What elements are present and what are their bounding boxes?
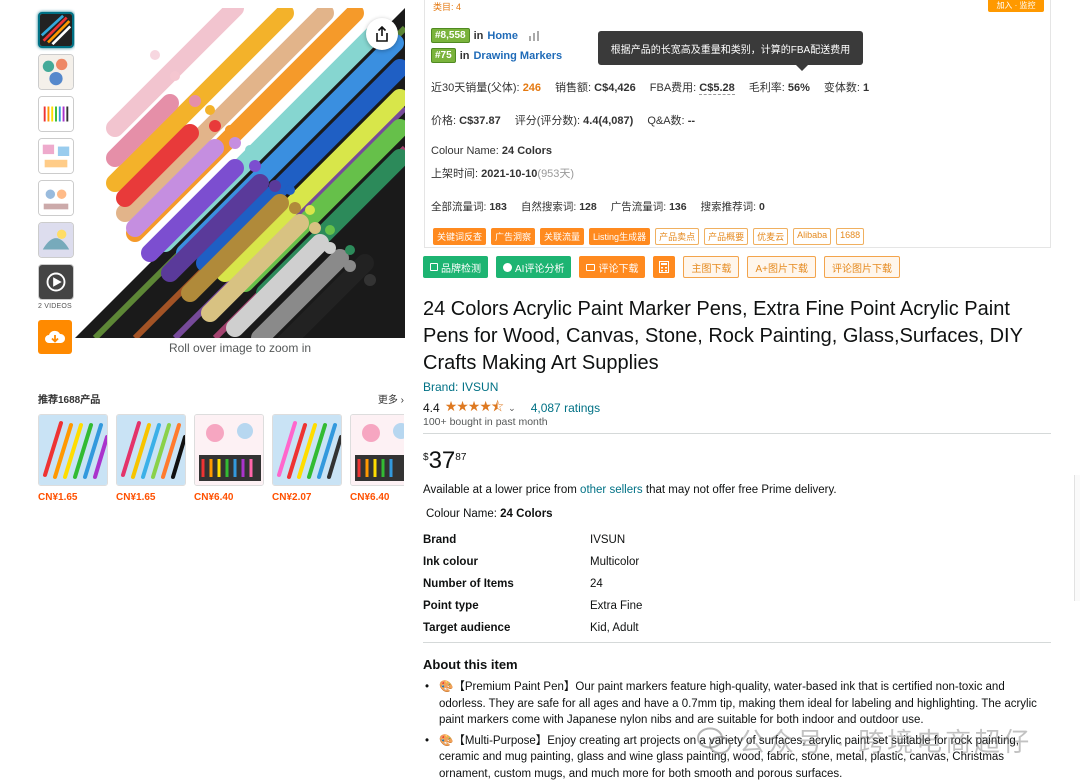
bought-count: 100+ bought in past month (423, 416, 548, 428)
video-thumbnail[interactable] (38, 264, 74, 300)
spec-row: Target audience Kid, Adult (423, 622, 639, 634)
square-icon (430, 263, 438, 271)
spec-table: Brand IVSUN Ink colour Multicolor Number o… (423, 529, 642, 639)
brand-check-button[interactable]: 品牌检测 (423, 256, 488, 278)
recommend-price: CN¥6.40 (194, 492, 234, 503)
review-image-download-button[interactable]: 评论图片下载 (823, 256, 900, 278)
cloud-download-button[interactable] (38, 320, 72, 354)
main-image-download-button[interactable]: 主图下载 (683, 256, 740, 278)
share-button[interactable] (366, 18, 398, 50)
bar-chart-icon[interactable] (528, 30, 540, 41)
launch-row: 上架时间: 2021-10-10(953天) (431, 168, 575, 180)
recommend-image[interactable] (350, 414, 404, 486)
tag-keyword-reverse[interactable]: 关键词反查 (433, 228, 487, 245)
price: $ 37 87 (423, 447, 467, 474)
zoom-hint: Roll over image to zoom in (168, 341, 312, 355)
recommend-price: CN¥6.40 (350, 492, 390, 503)
thumbnail-2[interactable] (38, 54, 74, 90)
spec-row: Point type Extra Fine (423, 600, 643, 612)
thumbnail-4[interactable] (38, 138, 74, 174)
recommend-price: CN¥1.65 (38, 492, 78, 503)
ai-review-button[interactable]: AI评论分析 (496, 256, 572, 278)
thumbnail-strip: 2 VIDEOS (38, 12, 76, 354)
tag-listing-generator[interactable]: Listing生成器 (589, 228, 651, 245)
stats-row-price: 价格: C$37.87 评分(评分数): 4.4(4,087) Q&A数: -- (431, 115, 696, 127)
recommend-header: 推荐1688产品 更多 › (38, 391, 404, 406)
tag-alibaba[interactable]: Alibaba (793, 228, 832, 245)
recommend-item[interactable]: CN¥1.65 (38, 414, 108, 503)
monitor-button[interactable]: 加入 · 监控 (988, 0, 1044, 12)
thumbnail-3[interactable] (38, 96, 74, 132)
scrollbar[interactable] (1074, 475, 1080, 601)
recommend-image[interactable] (116, 414, 186, 486)
recommend-item[interactable]: CN¥1.65 (116, 414, 186, 503)
recommend-price: CN¥2.07 (272, 492, 312, 503)
recommend-image[interactable] (272, 414, 342, 486)
comment-icon (586, 263, 596, 271)
recommend-item[interactable]: CN¥6.40 (350, 414, 404, 503)
review-download-button[interactable]: 评论下载 (579, 256, 646, 278)
watermark: 公众号 · 跨境电商超仔 (697, 722, 1032, 759)
fba-tooltip: 根据产品的长宽高及重量和类别，计算的FBA配送费用 (598, 31, 863, 71)
tag-product-summary[interactable]: 产品概要 (704, 228, 749, 245)
ai-icon (503, 262, 512, 272)
about-title: About this item (423, 657, 518, 672)
availability-note: Available at a lower price from other se… (423, 484, 837, 496)
other-sellers-link[interactable]: other sellers (580, 484, 643, 496)
panel-top-label: 类目: 4 (433, 2, 462, 12)
brand-link[interactable]: Brand: IVSUN (423, 380, 498, 394)
stats-row-sales: 近30天销量(父体): 246 销售额: C$4,426 FBA费用: C$5.… (431, 82, 870, 95)
recommend-more-link[interactable]: 更多 › (378, 391, 404, 406)
ratings-count-link[interactable]: 4,087 ratings (531, 401, 600, 415)
divider (423, 642, 1051, 643)
recommend-image[interactable] (38, 414, 108, 486)
rating-value: 4.4 (423, 401, 440, 415)
cloud-download-icon (45, 330, 66, 343)
tag-1688[interactable]: 1688 (836, 228, 865, 245)
share-icon (376, 26, 388, 42)
tool-tags: 关键词反查 广告洞察 关联流量 Listing生成器 产品卖点 产品概要 优麦云… (433, 228, 865, 245)
recommend-item[interactable]: CN¥2.07 (272, 414, 342, 503)
product-title: 24 Colors Acrylic Paint Marker Pens, Ext… (423, 298, 1023, 374)
rank-badge: #8,558 (431, 28, 470, 43)
wechat-icon (697, 727, 731, 754)
recommend-image[interactable] (194, 414, 264, 486)
thumbnail-5[interactable] (38, 180, 74, 216)
tag-ad-insight[interactable]: 广告洞察 (491, 228, 536, 245)
aplus-image-download-button[interactable]: A+图片下载 (747, 256, 816, 278)
tag-selling-points[interactable]: 产品卖点 (655, 228, 700, 245)
main-product-image[interactable] (75, 8, 405, 338)
recommend-list: CN¥1.65 CN¥1.65 CN¥6.40 CN¥2.07 CN¥6.40 (38, 414, 404, 503)
rank-drawing-markers: #75 in Drawing Markers (431, 48, 562, 63)
rank-home: #8,558 in Home (431, 28, 540, 43)
recommend-title: 推荐1688产品 (38, 395, 101, 406)
spec-row: Ink colour Multicolor (423, 556, 640, 568)
rank-badge: #75 (431, 48, 456, 63)
recommend-price: CN¥1.65 (116, 492, 156, 503)
colour-name: Colour Name: 24 Colors (426, 508, 553, 520)
stats-row-keywords: 全部流量词: 183 自然搜索词: 128 广告流量词: 136 搜索推荐词: … (431, 201, 765, 213)
calculator-icon (659, 261, 670, 273)
recommend-item[interactable]: CN¥6.40 (194, 414, 264, 503)
tag-youmaiyun[interactable]: 优麦云 (753, 228, 789, 245)
rank-category-link[interactable]: Home (487, 30, 518, 42)
calculator-button[interactable] (653, 256, 676, 278)
divider (423, 433, 1051, 434)
spec-row: Brand IVSUN (423, 534, 626, 546)
colour-row: Colour Name: 24 Colors (431, 145, 553, 157)
chevron-down-icon[interactable]: ⌄ (508, 403, 516, 414)
videos-label: 2 VIDEOS (38, 303, 72, 310)
thumbnail-6[interactable] (38, 222, 74, 258)
spec-row: Number of Items 24 (423, 578, 603, 590)
tag-related-traffic[interactable]: 关联流量 (540, 228, 585, 245)
action-bar: 品牌检测 AI评论分析 评论下载 主图下载 A+图片下载 评论图片下载 (423, 256, 900, 278)
rank-category-link[interactable]: Drawing Markers (473, 50, 562, 62)
thumbnail-1[interactable] (38, 12, 74, 48)
